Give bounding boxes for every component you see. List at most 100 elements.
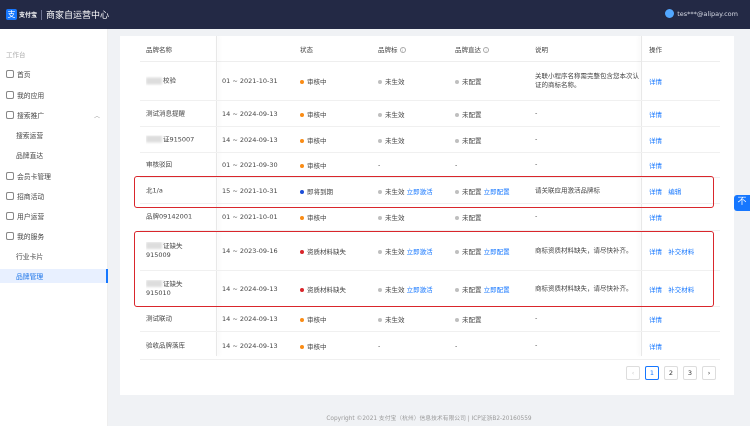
sidebar-item-search-promo[interactable]: 搜索推广 ︿ (0, 108, 108, 122)
sidebar-item-label: 用户运营 (17, 213, 45, 221)
sidebar-item-label: 品牌直达 (16, 152, 44, 160)
status-dot (378, 216, 382, 220)
col-brand-direct: 品牌直达 i (455, 44, 489, 54)
details-link[interactable]: 详情 (649, 162, 662, 170)
info-icon[interactable]: i (483, 46, 489, 53)
app-title: 商家自运营中心 (46, 11, 110, 21)
brand-mark-cell: - (378, 341, 381, 350)
apps-icon (6, 91, 14, 99)
col-brand-name: 品牌名称 (146, 45, 172, 54)
brand-name-cell: 审核驳回 (146, 160, 172, 169)
brand-direct-cell: 未配置 (455, 212, 482, 222)
chevron-up-icon: ︿ (93, 112, 100, 120)
sidebar-item-member-card[interactable]: 会员卡管理 (0, 169, 108, 183)
float-help-button[interactable]: 不 (734, 195, 750, 211)
sidebar-item-label: 招商活动 (17, 193, 45, 201)
details-link[interactable]: 详情 (649, 316, 662, 324)
status-dot (300, 164, 304, 168)
status-dot (378, 80, 382, 84)
col-actions: 操作 (649, 45, 662, 54)
table-row: 审核驳回 01 ~ 2021-09-30 审核中 - - - 详情 (140, 153, 720, 178)
sidebar: 工作台 首页 我的应用 搜索推广 ︿ 搜索运营 品牌直达 会员卡管理 招商活动 用… (0, 29, 108, 426)
details-link[interactable]: 详情 (649, 78, 662, 86)
status-dot (455, 138, 459, 143)
page-2-button[interactable]: 2 (664, 366, 678, 380)
sidebar-item-industry-card[interactable]: 行业卡片 (0, 249, 108, 263)
sidebar-item-my-apps[interactable]: 我的应用 (0, 88, 108, 102)
brand-mark-cell: 未生效 (378, 76, 405, 86)
status-dot (300, 318, 304, 322)
table-row: 品牌09142001 01 ~ 2021-10-01 审核中 未生效 未配置 - 详情 (140, 204, 720, 231)
col-brand-mark: 品牌标 i (378, 44, 406, 54)
status-cell: 审核中 (300, 341, 327, 351)
brand-mark-cell: - (378, 161, 381, 169)
status-cell: 审核中 (300, 160, 327, 170)
details-link[interactable]: 详情 (649, 214, 662, 222)
period-cell: 01 ~ 2021-09-30 (222, 161, 278, 169)
actions-cell: 详情 (649, 76, 662, 86)
sidebar-item-brand-mgmt[interactable]: 品牌管理 (0, 269, 108, 283)
alipay-logo-icon: 支 (6, 9, 17, 20)
sidebar-item-label: 首页 (17, 71, 31, 79)
info-icon[interactable]: i (399, 46, 406, 53)
sidebar-item-label: 搜索运营 (16, 132, 44, 140)
page-3-button[interactable]: 3 (683, 366, 697, 380)
period-cell: 14 ~ 2024-09-13 (222, 341, 278, 350)
sidebar-item-home[interactable]: 首页 (0, 67, 108, 81)
details-link[interactable]: 详情 (649, 343, 662, 351)
sidebar-item-label: 我的应用 (17, 92, 45, 100)
brand-name-cell: 校验 (146, 77, 176, 86)
actions-cell: 详情 (649, 341, 662, 351)
footer: Copyright ©2021 支付宝（杭州）信息技术有限公司 | ICP证浙B… (326, 416, 532, 422)
brand-mark-cell: 未生效 (378, 135, 405, 145)
desc-cell: - (535, 341, 538, 349)
avatar (665, 9, 675, 18)
status-dot (455, 112, 459, 117)
period-cell: 14 ~ 2024-09-13 (222, 315, 278, 323)
sidebar-item-search-ops[interactable]: 搜索运营 (0, 128, 108, 142)
top-bar: 支 支付宝 商家自运营中心 tes***@alipay.com (0, 0, 750, 29)
actions-cell: 详情 (649, 135, 662, 145)
status-dot (300, 344, 304, 349)
sidebar-item-campaigns[interactable]: 招商活动 (0, 189, 108, 203)
desc-cell: - (535, 314, 538, 323)
status-dot (300, 112, 304, 117)
home-icon (6, 70, 14, 78)
prev-page-button[interactable]: ‹ (626, 366, 640, 380)
table-row: 验收品牌落库 14 ~ 2024-09-13 审核中 - - - 详情 (140, 332, 720, 360)
page-1-button[interactable]: 1 (645, 366, 659, 380)
sidebar-item-brand-direct[interactable]: 品牌直达 (0, 148, 108, 162)
brand-name-cell: 品牌09142001 (146, 212, 193, 221)
actions-cell: 详情 (649, 314, 662, 324)
user-account[interactable]: tes***@alipay.com (665, 9, 738, 18)
desc-cell: - (535, 160, 538, 169)
search-icon (6, 111, 14, 119)
details-link[interactable]: 详情 (649, 137, 662, 145)
brand-direct-cell: - (455, 341, 458, 350)
sidebar-item-user-ops[interactable]: 用户运营 (0, 209, 108, 223)
period-cell: 14 ~ 2024-09-13 (222, 109, 278, 118)
status-dot (378, 138, 382, 143)
sidebar-group-title: 工作台 (6, 51, 26, 59)
status-dot (378, 112, 382, 117)
redacted-text (146, 77, 162, 84)
next-page-button[interactable]: › (702, 366, 716, 380)
brand-direct-cell: 未配置 (455, 314, 482, 324)
highlight-box (134, 176, 714, 208)
sidebar-item-label: 会员卡管理 (17, 173, 51, 181)
pagination: ‹ 1 2 3 › (621, 366, 716, 380)
desc-cell: - (535, 212, 538, 221)
sidebar-item-my-services[interactable]: 我的服务 (0, 229, 108, 243)
table-row: 证915007 14 ~ 2024-09-13 审核中 未生效 未配置 - 详情 (140, 127, 720, 153)
desc-cell: 关联小程序名称需完整包含您本次认证的商标名称。 (535, 72, 639, 89)
details-link[interactable]: 详情 (649, 111, 662, 119)
logo[interactable]: 支 支付宝 (6, 9, 37, 20)
col-status: 状态 (300, 45, 313, 54)
brand-direct-cell: 未配置 (455, 109, 482, 119)
user-email: tes***@alipay.com (677, 9, 738, 18)
user-icon (6, 212, 14, 220)
sidebar-item-label: 品牌管理 (16, 273, 44, 281)
status-dot (300, 138, 304, 143)
brand-name-cell: 测试消息提醒 (146, 109, 185, 117)
sidebar-item-label: 搜索推广 (17, 112, 45, 120)
